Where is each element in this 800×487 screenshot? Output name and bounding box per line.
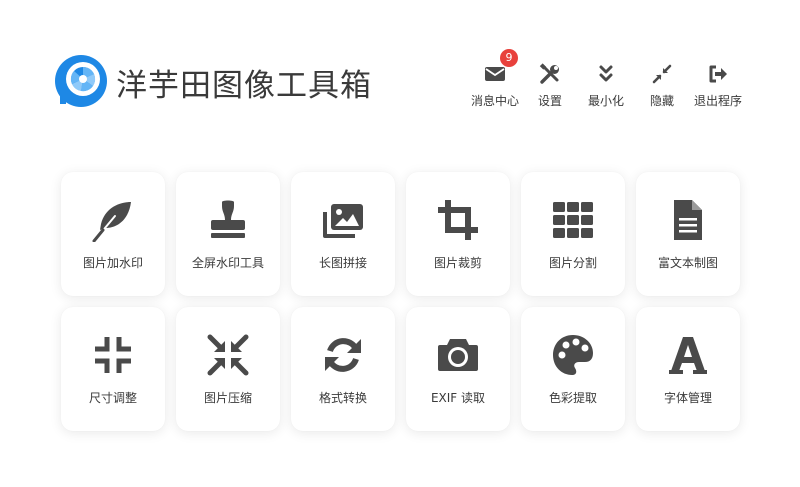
tools-icon	[539, 63, 559, 84]
tool-card-crop[interactable]: 图片裁剪	[406, 172, 510, 296]
tool-label: 图片压缩	[203, 391, 252, 405]
crop-icon	[438, 200, 478, 240]
file-text-icon	[674, 200, 702, 240]
compress-arrows-icon	[652, 64, 672, 84]
minimize-button[interactable]: 最小化	[574, 58, 638, 112]
tool-label: 全屏水印工具	[191, 256, 264, 270]
tool-card-exif[interactable]: EXIF 读取	[406, 307, 510, 431]
double-chevron-down-icon	[599, 65, 613, 82]
compress-arrows-alt-icon	[207, 334, 249, 376]
tool-label: 尺寸调整	[88, 391, 137, 405]
tool-label: 格式转换	[318, 391, 367, 405]
hide-label: 隐藏	[649, 94, 674, 108]
compress-icon	[95, 337, 131, 373]
exit-label: 退出程序	[693, 94, 742, 108]
minimize-label: 最小化	[587, 94, 624, 108]
hide-button[interactable]: 隐藏	[630, 58, 694, 112]
sync-icon	[325, 338, 361, 372]
sign-out-icon	[709, 65, 727, 83]
header-actions: 9 消息中心 设置 最小化 隐藏 退出程序	[0, 49, 800, 118]
tool-card-compress[interactable]: 图片压缩	[176, 307, 280, 431]
tool-label: 字体管理	[663, 391, 712, 405]
tool-card-font-manager[interactable]: 字体管理	[636, 307, 740, 431]
tool-card-split[interactable]: 图片分割	[521, 172, 625, 296]
tool-card-long-image-stitch[interactable]: 长图拼接	[291, 172, 395, 296]
palette-icon	[553, 335, 593, 375]
app-header: 洋芋田图像工具箱 9 消息中心 设置 最小化 隐藏 退出程序	[0, 0, 800, 150]
camera-icon	[438, 339, 478, 371]
tool-card-fullscreen-watermark[interactable]: 全屏水印工具	[176, 172, 280, 296]
tool-card-color-extract[interactable]: 色彩提取	[521, 307, 625, 431]
tool-card-format-convert[interactable]: 格式转换	[291, 307, 395, 431]
font-icon	[669, 337, 707, 374]
tool-label: 图片加水印	[82, 256, 143, 270]
tool-label: 图片裁剪	[433, 256, 482, 270]
unread-badge: 9	[500, 49, 518, 67]
grid-icon	[553, 202, 593, 238]
tool-label: 长图拼接	[318, 256, 367, 270]
settings-button[interactable]: 设置	[518, 58, 582, 112]
tool-card-rich-text[interactable]: 富文本制图	[636, 172, 740, 296]
tool-card-watermark[interactable]: 图片加水印	[61, 172, 165, 296]
tool-label: EXIF 读取	[430, 391, 486, 405]
feather-icon	[92, 202, 131, 242]
settings-label: 设置	[537, 94, 562, 108]
stamp-icon	[211, 200, 245, 238]
tool-label: 富文本制图	[657, 256, 718, 270]
tool-label: 色彩提取	[548, 391, 597, 405]
exit-button[interactable]: 退出程序	[686, 58, 750, 112]
tool-label: 图片分割	[548, 256, 597, 270]
images-icon	[323, 204, 363, 238]
tool-card-resize[interactable]: 尺寸调整	[61, 307, 165, 431]
